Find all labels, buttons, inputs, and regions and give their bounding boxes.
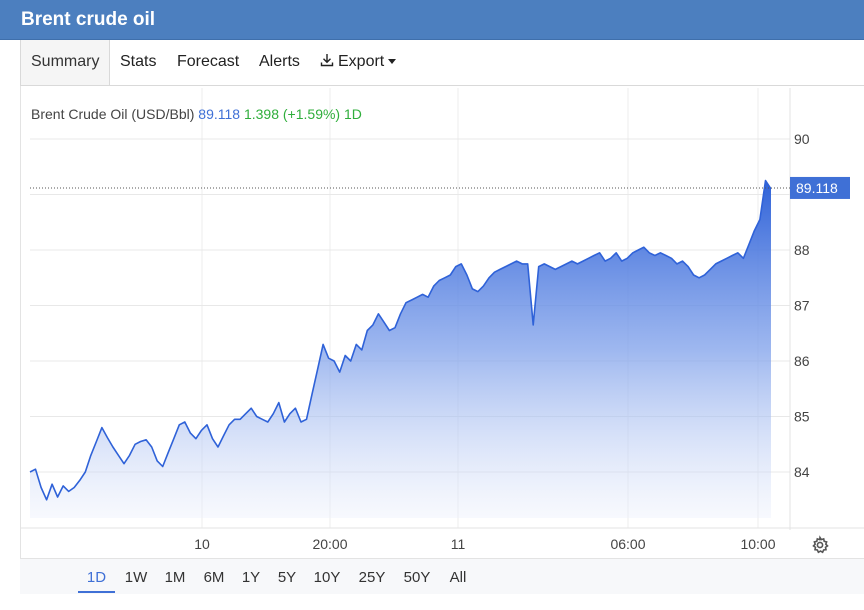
last-price-label: 89.118 bbox=[796, 180, 838, 196]
range-1m[interactable]: 1M bbox=[159, 567, 191, 593]
y-tick-label: 86 bbox=[794, 353, 810, 369]
legend-period: 1D bbox=[343, 106, 362, 122]
range-1d[interactable]: 1D bbox=[78, 567, 115, 593]
x-tick-label: 10 bbox=[194, 536, 210, 552]
range-50y[interactable]: 50Y bbox=[400, 567, 434, 593]
legend-change: 1.398 bbox=[243, 106, 279, 122]
x-tick-label: 20:00 bbox=[312, 536, 347, 552]
range-6m[interactable]: 6M bbox=[198, 567, 230, 593]
range-selector: 1D 1W 1M 6M 1Y 5Y 10Y 25Y 50Y All bbox=[20, 558, 864, 594]
range-5y[interactable]: 5Y bbox=[272, 567, 302, 593]
series-area bbox=[30, 180, 771, 518]
legend-change-pct: (+1.59%) bbox=[282, 106, 341, 122]
range-1w[interactable]: 1W bbox=[120, 567, 152, 593]
chart-legend: Brent Crude Oil (USD/Bbl) 89.118 1.398 (… bbox=[31, 106, 362, 122]
legend-price: 89.118 bbox=[198, 106, 241, 122]
x-tick-label: 10:00 bbox=[740, 536, 775, 552]
range-1y[interactable]: 1Y bbox=[236, 567, 266, 593]
y-tick-label: 87 bbox=[794, 298, 810, 314]
gear-icon[interactable] bbox=[810, 535, 830, 555]
x-tick-label: 11 bbox=[451, 536, 466, 552]
y-tick-label: 90 bbox=[794, 131, 810, 147]
y-tick-label: 88 bbox=[794, 242, 810, 258]
y-tick-label: 84 bbox=[794, 464, 810, 480]
range-10y[interactable]: 10Y bbox=[310, 567, 344, 593]
legend-instrument: Brent Crude Oil (USD/Bbl) bbox=[31, 106, 195, 122]
y-tick-label: 85 bbox=[794, 409, 810, 425]
range-25y[interactable]: 25Y bbox=[355, 567, 389, 593]
x-tick-label: 06:00 bbox=[610, 536, 645, 552]
range-all[interactable]: All bbox=[443, 567, 473, 593]
price-chart[interactable]: 84 85 86 87 88 90 10 20:00 11 06:00 10:00 89.118 bbox=[0, 0, 864, 610]
